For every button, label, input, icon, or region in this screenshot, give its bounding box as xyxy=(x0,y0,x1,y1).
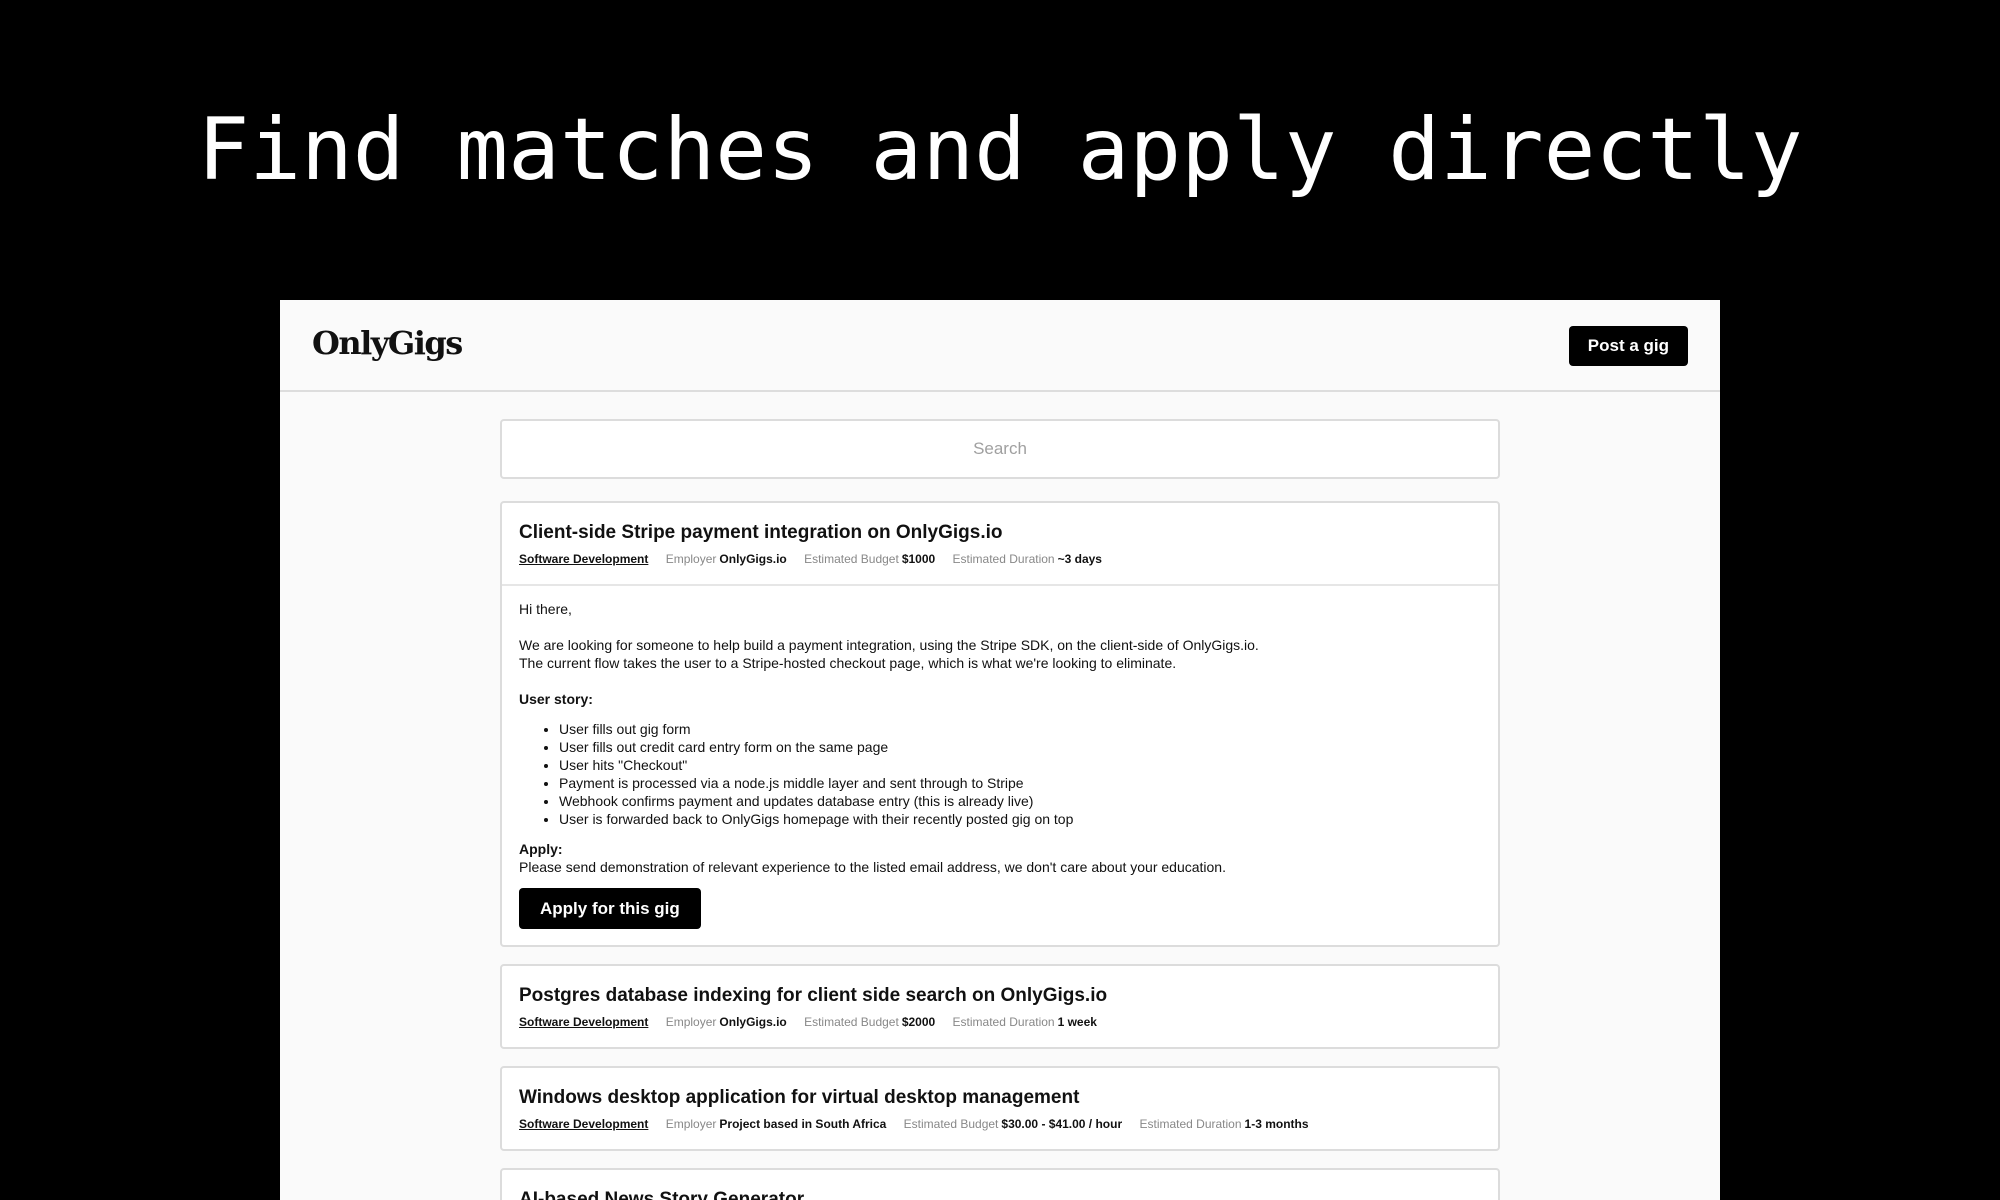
employer-label: Employer xyxy=(665,1117,717,1131)
gig-card-header[interactable]: Windows desktop application for virtual … xyxy=(502,1068,1498,1149)
budget-label: Estimated Budget xyxy=(804,1015,899,1029)
gig-title[interactable]: Postgres database indexing for client si… xyxy=(519,982,1481,1010)
gig-category-link[interactable]: Software Development xyxy=(519,1117,648,1131)
apply-button[interactable]: Apply for this gig xyxy=(519,888,701,929)
apply-instructions: Please send demonstration of relevant ex… xyxy=(519,859,1226,875)
list-item: User fills out gig form xyxy=(559,720,1481,738)
gig-intro-line-1: We are looking for someone to help build… xyxy=(519,637,1259,653)
duration-label: Estimated Duration xyxy=(952,1015,1055,1029)
gig-meta: Software Development Employer OnlyGigs.io… xyxy=(519,1013,1481,1031)
gig-card-expanded[interactable]: Client-side Stripe payment integration o… xyxy=(500,501,1500,947)
gig-card-header[interactable]: Postgres database indexing for client si… xyxy=(502,966,1498,1047)
gig-meta: Software Development Employer OnlyGigs.io… xyxy=(519,550,1481,568)
hero-title: Find matches and apply directly xyxy=(197,100,1803,200)
gig-description: Hi there, We are looking for someone to … xyxy=(502,584,1498,945)
user-story-list: User fills out gig form User fills out c… xyxy=(519,720,1481,828)
employer-value: Project based in South Africa xyxy=(719,1117,887,1131)
gig-card[interactable]: AI-based News Story Generator xyxy=(500,1168,1500,1200)
gig-meta: Software Development Employer Project bas… xyxy=(519,1115,1481,1133)
gig-category-link[interactable]: Software Development xyxy=(519,552,648,566)
navbar: OnlyGigs Post a gig xyxy=(280,300,1720,392)
employer-label: Employer xyxy=(665,1015,717,1029)
gig-card-header[interactable]: AI-based News Story Generator xyxy=(502,1170,1498,1200)
employer-value: OnlyGigs.io xyxy=(719,552,787,566)
gig-category-link[interactable]: Software Development xyxy=(519,1015,648,1029)
apply-label: Apply: xyxy=(519,841,563,857)
gig-title[interactable]: Windows desktop application for virtual … xyxy=(519,1084,1481,1112)
budget-label: Estimated Budget xyxy=(804,552,899,566)
gig-card[interactable]: Postgres database indexing for client si… xyxy=(500,964,1500,1049)
post-gig-button[interactable]: Post a gig xyxy=(1568,326,1688,366)
budget-value: $30.00 - $41.00 / hour xyxy=(1001,1117,1123,1131)
gig-intro: We are looking for someone to help build… xyxy=(519,636,1481,672)
list-item: Webhook confirms payment and updates dat… xyxy=(559,792,1481,810)
gig-title[interactable]: AI-based News Story Generator xyxy=(519,1186,1481,1200)
list-item: User fills out credit card entry form on… xyxy=(559,738,1481,756)
budget-value: $1000 xyxy=(901,552,936,566)
gig-card-header[interactable]: Client-side Stripe payment integration o… xyxy=(502,503,1498,584)
gig-intro-line-2: The current flow takes the user to a Str… xyxy=(519,655,1177,671)
search-input[interactable] xyxy=(500,419,1500,479)
gig-greeting: Hi there, xyxy=(519,601,572,617)
budget-label: Estimated Budget xyxy=(903,1117,999,1131)
gig-title[interactable]: Client-side Stripe payment integration o… xyxy=(519,519,1481,547)
duration-value: 1-3 months xyxy=(1244,1117,1309,1131)
budget-value: $2000 xyxy=(901,1015,936,1029)
duration-value: 1 week xyxy=(1057,1015,1097,1029)
list-item: User is forwarded back to OnlyGigs homep… xyxy=(559,810,1481,828)
app-window: OnlyGigs Post a gig Client-side Stripe p… xyxy=(280,300,1720,1200)
gig-card[interactable]: Windows desktop application for virtual … xyxy=(500,1066,1500,1151)
duration-label: Estimated Duration xyxy=(1139,1117,1242,1131)
duration-label: Estimated Duration xyxy=(952,552,1055,566)
user-story-label: User story: xyxy=(519,691,593,707)
list-item: User hits "Checkout" xyxy=(559,756,1481,774)
logo[interactable]: OnlyGigs xyxy=(312,324,463,362)
duration-value: ~3 days xyxy=(1057,552,1102,566)
employer-value: OnlyGigs.io xyxy=(719,1015,787,1029)
employer-label: Employer xyxy=(665,552,717,566)
gig-list-container: Client-side Stripe payment integration o… xyxy=(500,419,1500,1200)
list-item: Payment is processed via a node.js middl… xyxy=(559,774,1481,792)
